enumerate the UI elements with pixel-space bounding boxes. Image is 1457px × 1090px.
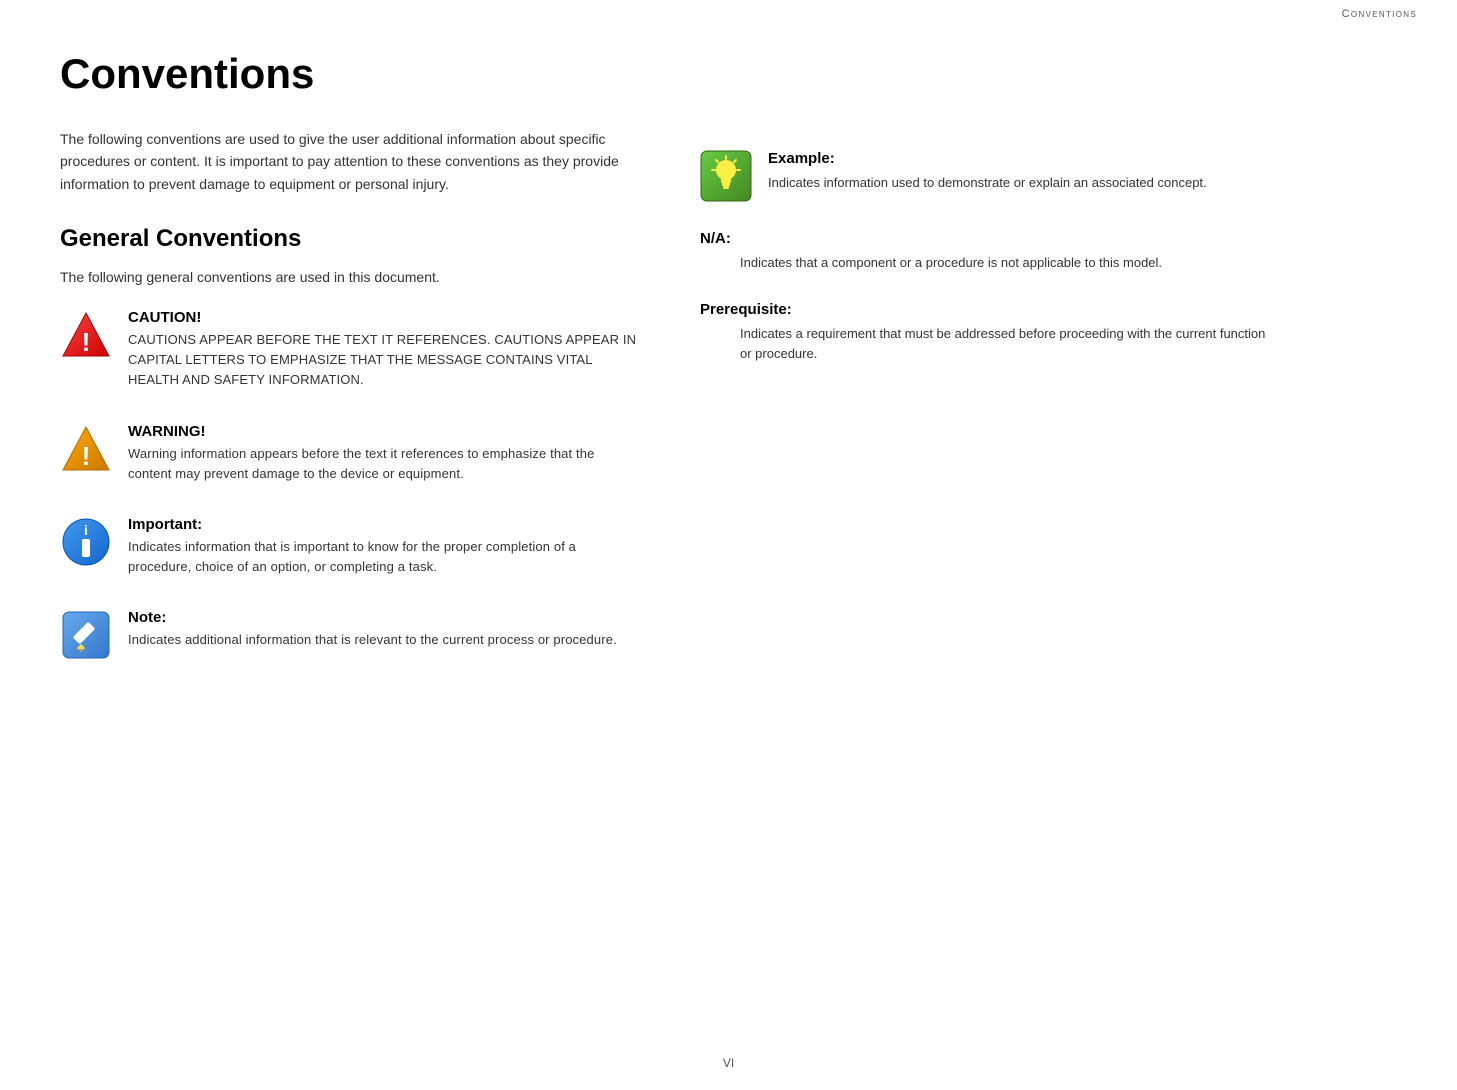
na-desc: Indicates that a component or a procedur… <box>700 253 1280 273</box>
intro-text: The following conventions are used to gi… <box>60 128 640 195</box>
important-label: Important: <box>128 516 640 533</box>
right-column: Example: Indicates information used to d… <box>700 50 1280 693</box>
warning-desc: Warning information appears before the t… <box>128 444 640 484</box>
caution-desc: CAUTIONS APPEAR BEFORE THE TEXT IT REFER… <box>128 330 640 390</box>
general-conventions-title: General Conventions <box>60 225 640 253</box>
warning-icon: ! <box>60 423 112 475</box>
prerequisite-desc: Indicates a requirement that must be add… <box>700 324 1280 364</box>
page-footer: VI <box>723 1056 734 1070</box>
prerequisite-item: Prerequisite: Indicates a requirement th… <box>700 301 1280 364</box>
svg-text:!: ! <box>82 327 91 357</box>
left-column: Conventions The following conventions ar… <box>60 50 640 693</box>
na-item: N/A: Indicates that a component or a pro… <box>700 230 1280 273</box>
svg-text:!: ! <box>82 441 91 471</box>
note-label: Note: <box>128 609 640 626</box>
header-label: Conventions <box>1342 8 1417 20</box>
example-item: Example: Indicates information used to d… <box>700 150 1280 202</box>
caution-text: CAUTION! CAUTIONS APPEAR BEFORE THE TEXT… <box>128 309 640 390</box>
example-desc: Indicates information used to demonstrat… <box>768 173 1280 193</box>
important-icon: i <box>60 516 112 568</box>
note-item: Note: Indicates additional information t… <box>60 609 640 661</box>
important-desc: Indicates information that is important … <box>128 537 640 577</box>
footer-text: VI <box>723 1056 734 1070</box>
note-desc: Indicates additional information that is… <box>128 630 640 650</box>
note-text: Note: Indicates additional information t… <box>128 609 640 650</box>
general-intro: The following general conventions are us… <box>60 269 640 285</box>
warning-label: WARNING! <box>128 423 640 440</box>
prerequisite-label: Prerequisite: <box>700 301 1280 318</box>
caution-item: ! CAUTION! CAUTIONS APPEAR BEFORE THE TE… <box>60 309 640 390</box>
example-icon <box>700 150 752 202</box>
warning-item: ! WARNING! Warning information appears b… <box>60 423 640 484</box>
warning-text: WARNING! Warning information appears bef… <box>128 423 640 484</box>
important-item: i Important: Indicates information that … <box>60 516 640 577</box>
page-header: Conventions <box>0 0 1457 20</box>
page-title: Conventions <box>60 50 640 98</box>
important-text: Important: Indicates information that is… <box>128 516 640 577</box>
svg-text:i: i <box>84 522 88 538</box>
note-icon <box>60 609 112 661</box>
example-text: Example: Indicates information used to d… <box>768 150 1280 193</box>
example-label: Example: <box>768 150 1280 167</box>
caution-label: CAUTION! <box>128 309 640 326</box>
caution-icon: ! <box>60 309 112 361</box>
na-label: N/A: <box>700 230 1280 247</box>
